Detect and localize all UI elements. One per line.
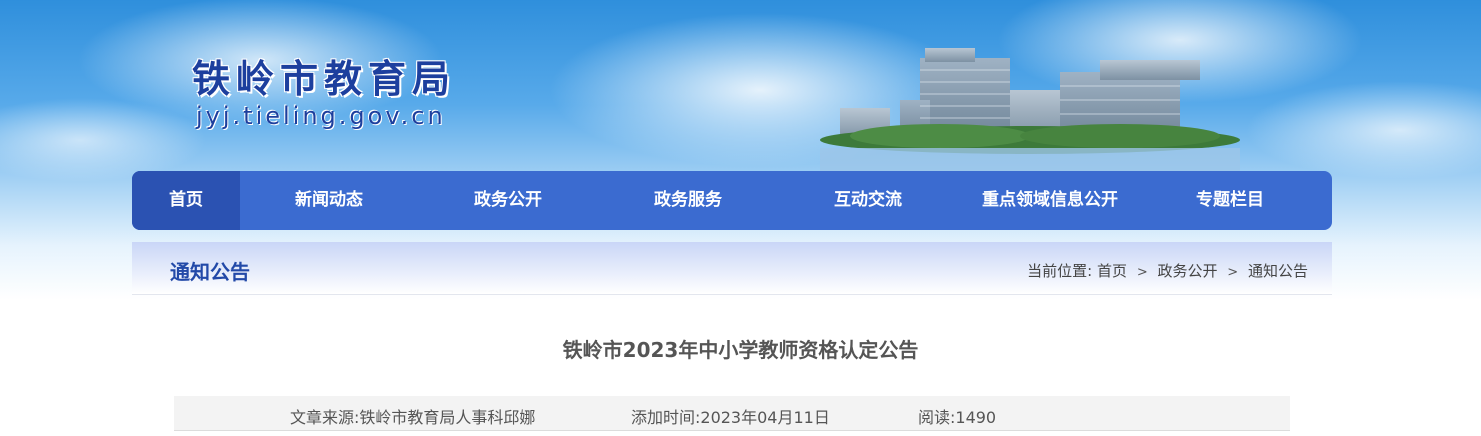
breadcrumb-home[interactable]: 首页 xyxy=(1097,260,1127,281)
nav-item-news[interactable]: 新闻动态 xyxy=(240,171,418,230)
nav-item-interaction[interactable]: 互动交流 xyxy=(778,171,958,230)
section-header: 通知公告 当前位置: 首页 > 政务公开 > 通知公告 xyxy=(132,242,1332,295)
city-buildings-illustration xyxy=(820,48,1240,175)
breadcrumb-government-affairs[interactable]: 政务公开 xyxy=(1158,260,1218,281)
article-view-count: 阅读:1490 xyxy=(918,408,997,427)
site-logo[interactable]: 铁岭市教育局 jyj.tieling.gov.cn xyxy=(192,48,492,138)
section-title: 通知公告 xyxy=(170,260,250,284)
article-added-date: 添加时间:2023年04月11日 xyxy=(631,408,830,427)
breadcrumb-separator: > xyxy=(1227,265,1239,280)
breadcrumb: 当前位置: 首页 > 政务公开 > 通知公告 xyxy=(1027,260,1308,281)
article-source: 文章来源:铁岭市教育局人事科邱娜 xyxy=(290,408,536,427)
article-meta: 文章来源:铁岭市教育局人事科邱娜 添加时间:2023年04月11日 阅读:149… xyxy=(174,396,1290,431)
site-name: 铁岭市教育局 xyxy=(192,56,457,101)
breadcrumb-notices[interactable]: 通知公告 xyxy=(1248,260,1308,281)
breadcrumb-prefix: 当前位置: xyxy=(1027,262,1093,280)
nav-item-special-topics[interactable]: 专题栏目 xyxy=(1142,171,1318,230)
site-url: jyj.tieling.gov.cn xyxy=(196,102,446,130)
nav-item-government-services[interactable]: 政务服务 xyxy=(598,171,778,230)
article-title: 铁岭市2023年中小学教师资格认定公告 xyxy=(562,338,919,362)
main-nav: 首页 新闻动态 政务公开 政务服务 互动交流 重点领域信息公开 专题栏目 xyxy=(132,171,1332,230)
nav-item-key-info[interactable]: 重点领域信息公开 xyxy=(958,171,1142,230)
breadcrumb-separator: > xyxy=(1136,265,1148,280)
nav-item-government-affairs[interactable]: 政务公开 xyxy=(418,171,598,230)
nav-item-home[interactable]: 首页 xyxy=(132,171,240,230)
